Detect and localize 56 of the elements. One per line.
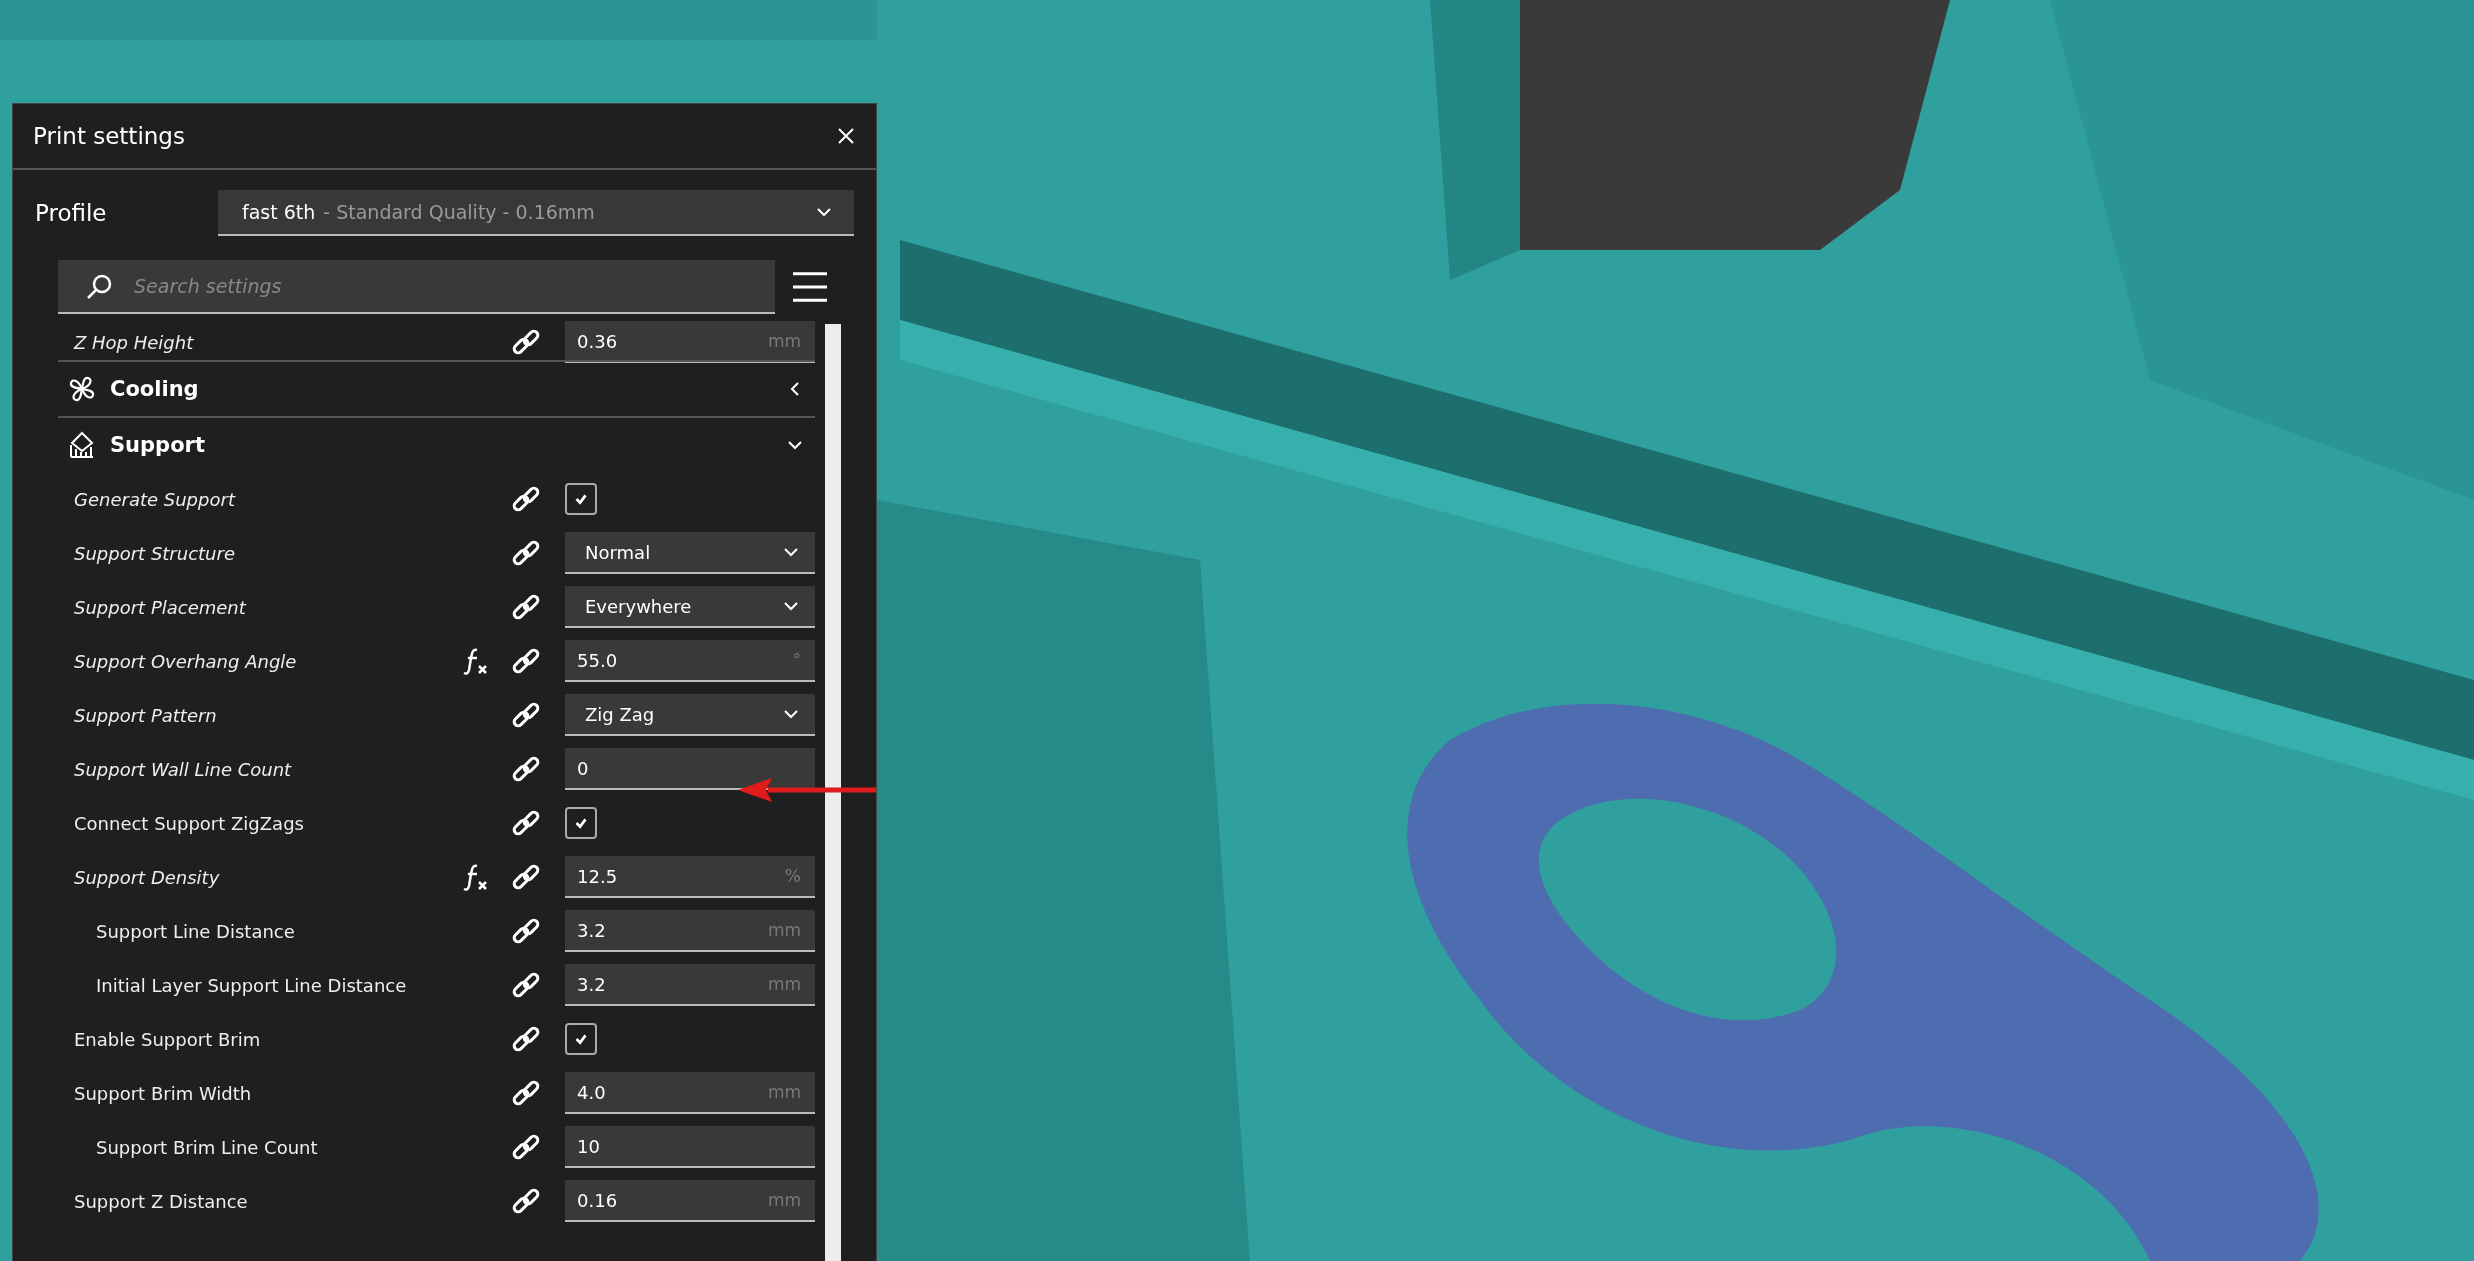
category-header[interactable]: Cooling: [58, 360, 815, 416]
link-icon[interactable]: [511, 700, 541, 730]
number-field[interactable]: 3.2 mm: [565, 910, 815, 952]
setting-label: Support Line Distance: [95, 920, 296, 942]
number-field[interactable]: 12.5 %: [565, 856, 815, 898]
setting-label: Support Placement: [74, 596, 248, 618]
number-field[interactable]: 10: [565, 1126, 815, 1168]
link-icon[interactable]: [511, 1186, 541, 1216]
number-field[interactable]: 0.36 mm: [565, 321, 815, 363]
profile-dropdown[interactable]: fast 6th - Standard Quality - 0.16mm: [218, 190, 854, 236]
setting-label: Support Brim Width: [74, 1082, 253, 1104]
category-header[interactable]: Support: [58, 416, 815, 472]
profile-label: Profile: [35, 200, 108, 226]
number-field[interactable]: 0.16 mm: [565, 1180, 815, 1222]
setting-label: Support Overhang Angle: [74, 650, 298, 672]
checkbox[interactable]: [565, 483, 597, 515]
setting-label: Enable Support Brim: [74, 1028, 262, 1050]
link-icon[interactable]: [511, 646, 541, 676]
menu-icon[interactable]: [791, 270, 829, 304]
setting-label: Support Z Distance: [74, 1190, 249, 1212]
link-icon[interactable]: [511, 327, 541, 357]
dropdown[interactable]: Everywhere: [565, 586, 815, 628]
link-icon[interactable]: [511, 484, 541, 514]
dropdown[interactable]: Normal: [565, 532, 815, 574]
link-icon[interactable]: [511, 1132, 541, 1162]
search-field[interactable]: Search settings: [58, 260, 775, 314]
link-icon[interactable]: [511, 1024, 541, 1054]
link-icon[interactable]: [511, 916, 541, 946]
fan-icon: [68, 375, 96, 403]
link-icon[interactable]: [511, 970, 541, 1000]
dropdown[interactable]: Zig Zag: [565, 694, 815, 736]
link-icon[interactable]: [511, 754, 541, 784]
setting-label: Support Wall Line Count: [74, 758, 293, 780]
link-icon[interactable]: [511, 808, 541, 838]
link-icon[interactable]: [511, 862, 541, 892]
link-icon[interactable]: [511, 538, 541, 568]
setting-label: Generate Support: [74, 488, 237, 510]
number-field[interactable]: 0: [565, 748, 815, 790]
window-title: Print settings: [33, 123, 185, 149]
scrollbar[interactable]: [825, 324, 841, 1261]
close-icon[interactable]: [836, 126, 856, 146]
setting-label: Initial Layer Support Line Distance: [95, 974, 408, 996]
setting-label: Connect Support ZigZags: [74, 812, 305, 834]
number-field[interactable]: 3.2 mm: [565, 964, 815, 1006]
link-icon[interactable]: [511, 592, 541, 622]
setting-label: Support Density: [74, 866, 221, 888]
setting-label: Support Brim Line Count: [95, 1136, 319, 1158]
checkbox[interactable]: [565, 1023, 597, 1055]
support-icon: [68, 431, 96, 459]
setting-label: Support Pattern: [74, 704, 218, 726]
checkbox[interactable]: [565, 807, 597, 839]
number-field[interactable]: 4.0 mm: [565, 1072, 815, 1114]
link-icon[interactable]: [511, 1078, 541, 1108]
number-field[interactable]: 55.0 °: [565, 640, 815, 682]
setting-label: Support Structure: [74, 542, 236, 564]
setting-label: Z Hop Height: [74, 331, 195, 353]
